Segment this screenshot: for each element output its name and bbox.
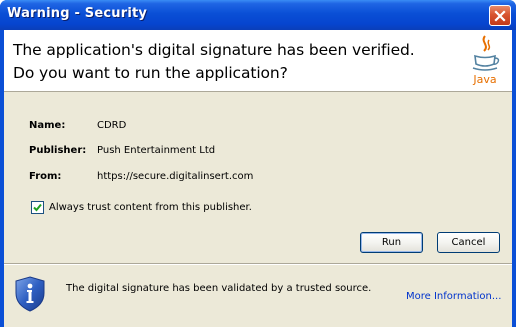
name-label: Name: <box>29 120 66 131</box>
run-button[interactable]: Run <box>360 232 423 253</box>
from-value: https://secure.digitalinsert.com <box>97 171 254 182</box>
publisher-label: Publisher: <box>29 145 87 156</box>
dialog-header: The application's digital signature has … <box>4 30 512 92</box>
info-shield-icon <box>15 276 45 312</box>
footer-divider <box>4 264 512 265</box>
publisher-value: Push Entertainment Ltd <box>97 145 216 156</box>
from-label: From: <box>29 171 62 182</box>
more-information-link[interactable]: More Information... <box>406 291 501 302</box>
always-trust-checkbox[interactable] <box>31 201 44 214</box>
cancel-button[interactable]: Cancel <box>437 232 500 253</box>
name-value: CDRD <box>97 120 127 131</box>
validation-message: The digital signature has been validated… <box>66 283 372 294</box>
always-trust-label[interactable]: Always trust content from this publisher… <box>49 202 252 213</box>
header-message-line-1: The application's digital signature has … <box>13 41 415 59</box>
close-button[interactable] <box>489 5 511 26</box>
java-coffee-cup-icon: Java <box>472 35 500 86</box>
window-title: Warning - Security <box>7 6 148 21</box>
dialog-footer: The digital signature has been validated… <box>4 263 512 327</box>
header-message-line-2: Do you want to run the application? <box>13 64 288 82</box>
java-logo-text: Java <box>472 73 496 86</box>
title-bar[interactable]: Warning - Security <box>0 0 516 30</box>
checkmark-icon <box>33 203 42 212</box>
security-warning-dialog: Warning - Security The application's dig… <box>0 0 516 327</box>
close-icon <box>494 9 506 22</box>
dialog-body: The application's digital signature has … <box>4 30 512 327</box>
